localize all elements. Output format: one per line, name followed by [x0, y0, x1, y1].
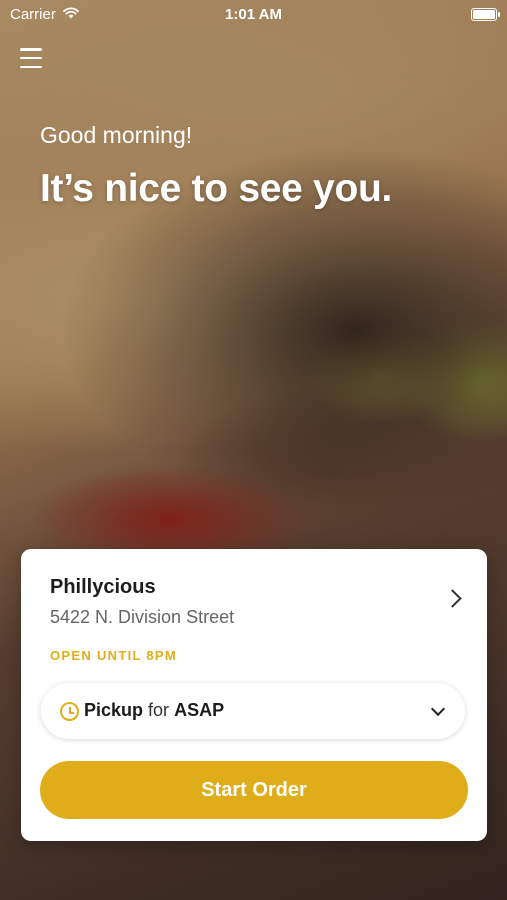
status-bar: Carrier 1:01 AM: [0, 0, 507, 28]
greeting-text: Good morning!: [40, 122, 193, 148]
pickup-mode: Pickup: [84, 700, 144, 720]
pickup-label: Pickup for ASAP: [84, 700, 224, 721]
pickup-time-selector[interactable]: Pickup for ASAP: [41, 683, 465, 739]
store-name: Phillycious: [50, 576, 156, 598]
store-hours-badge: OPEN UNTIL 8PM: [50, 648, 178, 663]
clock-icon: [60, 702, 79, 721]
start-order-button[interactable]: Start Order: [40, 761, 468, 819]
pickup-time: ASAP: [174, 700, 225, 720]
store-selector[interactable]: Phillycious 5422 N. Division Street: [50, 576, 463, 636]
order-card: Phillycious 5422 N. Division Street OPEN…: [21, 549, 487, 841]
pickup-connector: for: [148, 700, 170, 720]
status-time: 1:01 AM: [225, 6, 282, 23]
welcome-headline: It’s nice to see you.: [40, 167, 393, 210]
menu-icon[interactable]: [20, 48, 42, 68]
store-address: 5422 N. Division Street: [50, 607, 235, 627]
chevron-down-icon: [430, 701, 446, 717]
battery-icon: [471, 8, 500, 21]
